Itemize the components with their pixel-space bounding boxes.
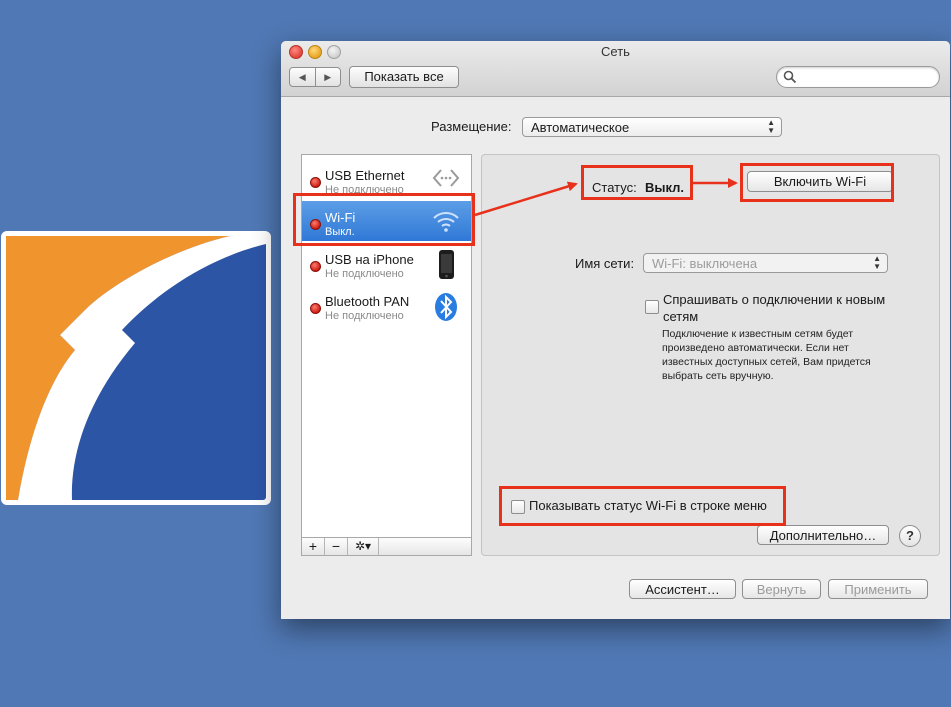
remove-service-button[interactable]: − bbox=[325, 538, 348, 555]
back-forward-control: ◀ ▶ bbox=[289, 67, 341, 87]
ask-to-join-description: Подключение к известным сетям будет прои… bbox=[662, 328, 871, 382]
window-title: Сеть bbox=[601, 44, 630, 59]
service-status: Не подключено bbox=[325, 268, 404, 280]
status-red-dot-icon bbox=[310, 177, 321, 188]
search-field[interactable] bbox=[776, 66, 940, 88]
gear-menu-button[interactable]: ✲▾ bbox=[348, 538, 379, 555]
ask-to-join-checkbox[interactable] bbox=[645, 300, 659, 314]
revert-button[interactable]: Вернуть bbox=[742, 579, 821, 599]
show-all-button[interactable]: Показать все bbox=[349, 66, 459, 88]
location-value: Автоматическое bbox=[531, 120, 630, 135]
forward-button[interactable]: ▶ bbox=[316, 68, 341, 86]
service-name: USB на iPhone bbox=[325, 252, 414, 267]
service-name: Bluetooth PAN bbox=[325, 294, 410, 309]
ask-to-join-label: Спрашивать о подключении к новым сетям bbox=[663, 292, 886, 324]
apply-button[interactable]: Применить bbox=[828, 579, 928, 599]
assistant-button[interactable]: Ассистент… bbox=[629, 579, 736, 599]
help-button[interactable]: ? bbox=[899, 525, 921, 547]
ethernet-arrows-icon bbox=[432, 169, 460, 187]
bluetooth-icon bbox=[435, 293, 457, 321]
iphone-icon bbox=[439, 250, 454, 279]
back-button[interactable]: ◀ bbox=[290, 68, 316, 86]
network-name-label: Имя сети: bbox=[575, 256, 635, 271]
service-usb-iphone[interactable]: USB на iPhone Не подключено bbox=[302, 243, 471, 283]
network-name-value: Wi-Fi: выключена bbox=[652, 256, 758, 271]
popup-arrows-icon: ▲ ▼ bbox=[767, 118, 775, 135]
title-bar: Сеть ◀ ▶ Показать все bbox=[281, 41, 950, 97]
annotation-box-status bbox=[581, 165, 693, 200]
location-popup[interactable]: Автоматическое ▲ ▼ bbox=[522, 117, 782, 137]
annotation-box-turn-on bbox=[740, 163, 894, 202]
status-red-dot-icon bbox=[310, 303, 321, 314]
status-red-dot-icon bbox=[310, 261, 321, 272]
service-status: Не подключено bbox=[325, 310, 404, 322]
service-name: USB Ethernet bbox=[325, 168, 405, 183]
search-icon bbox=[783, 70, 797, 84]
popup-arrows-icon: ▲ ▼ bbox=[873, 254, 881, 271]
service-list-toolbar: + − ✲▾ bbox=[301, 537, 472, 556]
annotation-box-show-status bbox=[499, 486, 786, 526]
network-name-popup[interactable]: Wi-Fi: выключена ▲ ▼ bbox=[643, 253, 888, 273]
service-bluetooth-pan[interactable]: Bluetooth PAN Не подключено bbox=[302, 285, 471, 325]
network-preferences-window: Сеть ◀ ▶ Показать все Размещение: Автома… bbox=[281, 41, 950, 619]
location-label: Размещение: bbox=[431, 119, 512, 134]
advanced-button[interactable]: Дополнительно… bbox=[757, 525, 889, 545]
app-logo bbox=[1, 231, 271, 505]
annotation-box-wifi-service bbox=[293, 193, 475, 246]
add-service-button[interactable]: + bbox=[302, 538, 325, 555]
